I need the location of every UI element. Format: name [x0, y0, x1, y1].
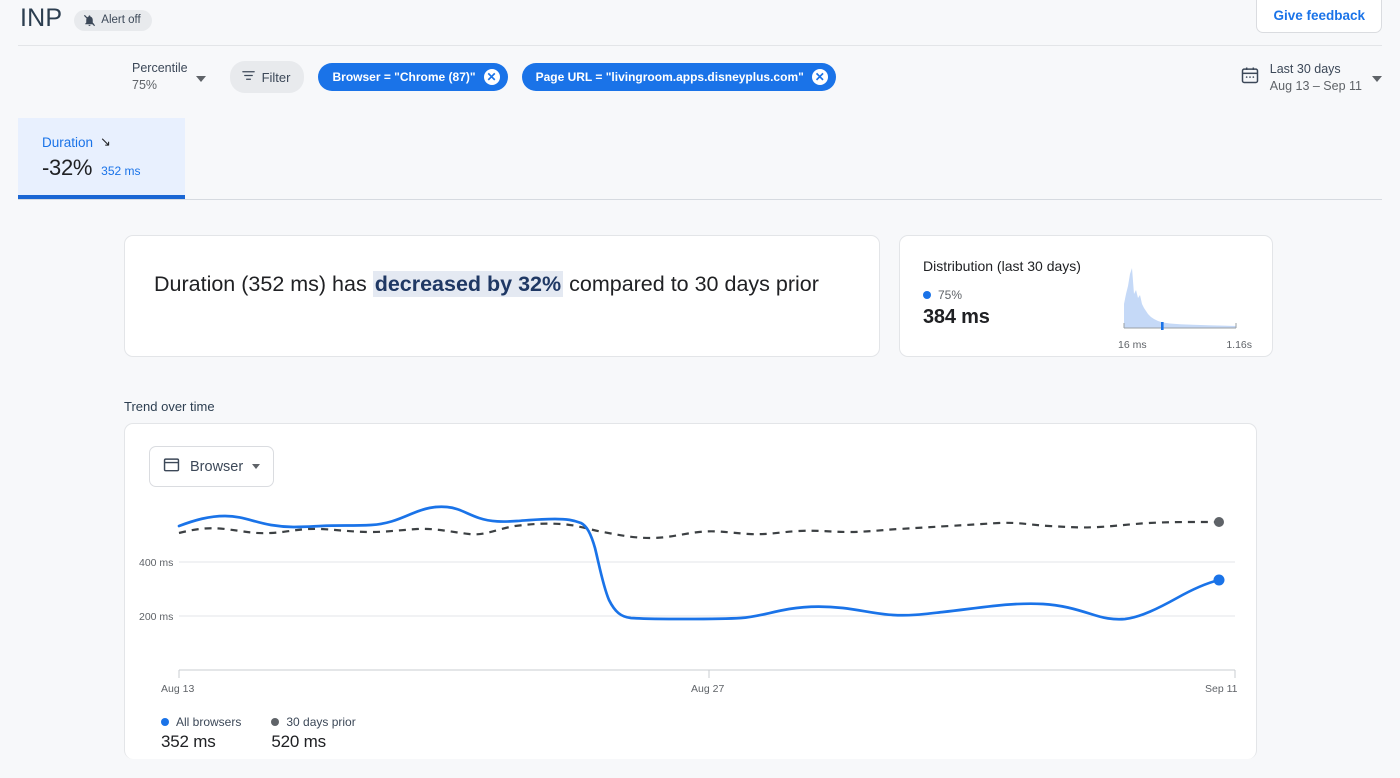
tab-duration-delta: -32% [42, 155, 92, 181]
tab-duration-absolute: 352 ms [101, 164, 140, 178]
percentile-label: Percentile [132, 60, 188, 77]
legend-item-30-days-prior: 30 days prior 520 ms [271, 715, 355, 752]
distribution-value: 384 ms [923, 306, 1081, 329]
distribution-percentile: 75% [938, 288, 962, 302]
filter-chip-browser-label: Browser = "Chrome (87)" [332, 70, 475, 84]
legend-value-30-days-prior: 520 ms [271, 732, 355, 752]
date-range-selector[interactable]: Last 30 days Aug 13 – Sep 11 [1240, 61, 1382, 95]
series-prior-end-marker [1214, 517, 1224, 527]
summary-card: Duration (352 ms) has decreased by 32% c… [124, 235, 880, 357]
date-range-main: Last 30 days [1270, 61, 1362, 78]
date-range-sub: Aug 13 – Sep 11 [1270, 78, 1362, 95]
legend-name-all-browsers: All browsers [176, 715, 241, 729]
filters-toolbar: Percentile 75% Filter Browser = "Chrome … [18, 46, 1382, 106]
percentile-dot-icon [923, 291, 931, 299]
alert-chip-label: Alert off [101, 14, 140, 26]
percentile-value: 75% [132, 77, 188, 94]
distribution-histogram-svg [1118, 264, 1252, 332]
chevron-down-icon [1372, 76, 1382, 82]
trend-card: Browser 400 ms 200 ms [124, 423, 1257, 759]
close-icon[interactable]: ✕ [484, 69, 500, 85]
tab-duration-label: Duration [42, 135, 93, 150]
percentile-marker [1161, 322, 1164, 330]
x-axis-label-start: Aug 13 [161, 683, 194, 695]
filter-icon [241, 68, 256, 86]
page-title: INP [18, 6, 62, 31]
bell-off-icon [83, 14, 96, 27]
distribution-info: Distribution (last 30 days) 75% 384 ms [923, 258, 1081, 356]
trend-chart: 400 ms 200 ms Aug 13 Aug 27 Sep 11 [125, 496, 1257, 759]
percentile-text-group: Percentile 75% [132, 60, 188, 94]
trend-card-wrapper: Browser 400 ms 200 ms [124, 423, 1382, 759]
legend-value-all-browsers: 352 ms [161, 732, 241, 752]
dimension-selector[interactable]: Browser [149, 446, 274, 487]
y-axis-label-200: 200 ms [139, 611, 173, 623]
distribution-axis-min: 16 ms [1118, 339, 1147, 351]
filter-button[interactable]: Filter [230, 61, 305, 93]
summary-suffix: compared to 30 days prior [563, 272, 819, 296]
tab-duration-head: Duration ↘ [42, 134, 185, 150]
window-icon [162, 456, 181, 477]
arrow-down-right-icon: ↘ [100, 134, 111, 150]
legend-dot-icon [271, 718, 279, 726]
metric-tabs: Duration ↘ -32% 352 ms [18, 118, 1382, 200]
x-axis-label-end: Sep 11 [1205, 683, 1238, 695]
distribution-axis-max: 1.16s [1226, 339, 1252, 351]
dimension-selector-label: Browser [190, 459, 243, 475]
legend-head-all-browsers: All browsers [161, 715, 241, 729]
distribution-legend: 75% [923, 288, 1081, 302]
legend-name-30-days-prior: 30 days prior [286, 715, 355, 729]
legend-item-all-browsers: All browsers 352 ms [161, 715, 241, 752]
percentile-selector[interactable]: Percentile 75% [132, 60, 206, 94]
filter-chip-page-url-label: Page URL = "livingroom.apps.disneyplus.c… [536, 70, 804, 84]
y-axis-label-400: 400 ms [139, 557, 173, 569]
summary-text: Duration (352 ms) has decreased by 32% c… [154, 270, 847, 299]
distribution-histogram: 16 ms 1.16s [1118, 258, 1252, 356]
summary-highlight: decreased by 32% [373, 271, 563, 297]
x-axis-label-mid: Aug 27 [691, 683, 724, 695]
distribution-axis: 16 ms 1.16s [1118, 339, 1252, 351]
legend-dot-icon [161, 718, 169, 726]
tab-duration[interactable]: Duration ↘ -32% 352 ms [18, 118, 185, 199]
summary-cards-row: Duration (352 ms) has decreased by 32% c… [124, 235, 1382, 357]
calendar-icon [1240, 65, 1260, 90]
header-left-group: INP Alert off [18, 0, 152, 36]
filter-chip-page-url[interactable]: Page URL = "livingroom.apps.disneyplus.c… [522, 63, 836, 91]
series-all-browsers [179, 507, 1219, 620]
give-feedback-button[interactable]: Give feedback [1256, 0, 1382, 33]
app-header: INP Alert off Give feedback [18, 0, 1382, 46]
alert-status-chip[interactable]: Alert off [74, 10, 151, 31]
trend-section-label: Trend over time [124, 399, 1400, 414]
date-range-text-group: Last 30 days Aug 13 – Sep 11 [1270, 61, 1362, 95]
tab-duration-values: -32% 352 ms [42, 155, 185, 181]
legend-head-30-days-prior: 30 days prior [271, 715, 355, 729]
close-icon[interactable]: ✕ [812, 69, 828, 85]
distribution-title: Distribution (last 30 days) [923, 258, 1081, 274]
chevron-down-icon [252, 464, 260, 469]
filter-chip-browser[interactable]: Browser = "Chrome (87)" ✕ [318, 63, 507, 91]
chevron-down-icon [196, 76, 206, 82]
series-all-browsers-end-marker [1214, 575, 1225, 586]
summary-prefix: Duration (352 ms) has [154, 272, 373, 296]
trend-legend: All browsers 352 ms 30 days prior 520 ms [161, 715, 356, 752]
filter-button-label: Filter [262, 70, 291, 85]
distribution-card: Distribution (last 30 days) 75% 384 ms 1… [899, 235, 1273, 357]
